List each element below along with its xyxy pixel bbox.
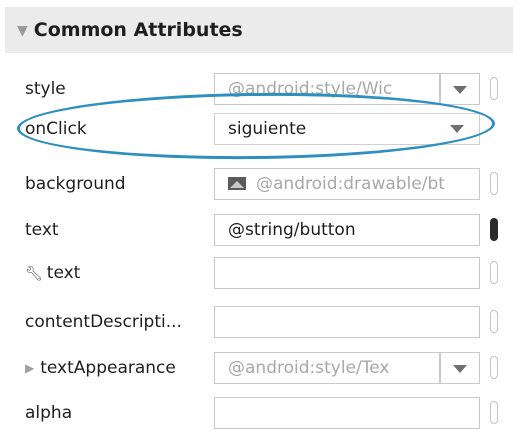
resource-indicator[interactable] bbox=[490, 77, 498, 100]
chevron-down-icon bbox=[450, 125, 464, 133]
attribute-label: onClick bbox=[25, 119, 87, 139]
wrench-icon: 🔧︎ bbox=[25, 266, 43, 282]
style-dropdown-button[interactable] bbox=[440, 73, 480, 105]
attribute-label: textAppearance bbox=[40, 358, 176, 378]
attribute-label: alpha bbox=[25, 403, 73, 423]
resource-indicator[interactable] bbox=[490, 261, 498, 284]
attribute-row-text: text @string/button bbox=[0, 206, 523, 254]
background-value: @android:drawable/bt bbox=[256, 174, 445, 194]
attribute-label: text bbox=[25, 220, 59, 240]
resource-indicator[interactable] bbox=[490, 172, 498, 195]
textappearance-label[interactable]: ▶ textAppearance bbox=[25, 344, 176, 392]
style-value-field[interactable]: @android:style/Wic bbox=[214, 73, 440, 105]
collapse-triangle-icon[interactable]: ▼ bbox=[17, 23, 28, 39]
attribute-label: contentDescripti... bbox=[25, 312, 182, 332]
chevron-down-icon bbox=[453, 86, 467, 94]
textappearance-dropdown-button[interactable] bbox=[440, 352, 480, 384]
resource-indicator[interactable] bbox=[490, 401, 498, 424]
section-title: Common Attributes bbox=[33, 19, 243, 41]
tools-text-value-field[interactable] bbox=[214, 257, 480, 289]
attribute-label: background bbox=[25, 174, 126, 194]
attribute-row-textappearance: ▶ textAppearance @android:style/Tex bbox=[0, 344, 523, 392]
section-header-common-attributes[interactable]: ▼ Common Attributes bbox=[5, 7, 513, 53]
attribute-row-alpha: alpha bbox=[0, 389, 523, 437]
alpha-value-field[interactable] bbox=[214, 397, 480, 429]
text-value-field[interactable]: @string/button bbox=[214, 214, 480, 246]
attribute-row-onclick: onClick siguiente bbox=[0, 105, 523, 153]
contentdescription-value-field[interactable] bbox=[214, 306, 480, 338]
attribute-label: text bbox=[46, 263, 81, 283]
attribute-row-contentdescription: contentDescripti... bbox=[0, 298, 523, 346]
attribute-row-tools-text: 🔧︎ text bbox=[0, 249, 523, 297]
chevron-down-icon bbox=[453, 365, 467, 373]
tools-text-label: 🔧︎ text bbox=[25, 249, 80, 297]
onclick-dropdown-button[interactable] bbox=[438, 113, 478, 145]
image-icon bbox=[228, 177, 246, 190]
textappearance-value-field[interactable]: @android:style/Tex bbox=[214, 352, 440, 384]
attribute-row-background: background @android:drawable/bt bbox=[0, 160, 523, 208]
resource-indicator[interactable] bbox=[490, 310, 498, 333]
expand-triangle-icon[interactable]: ▶ bbox=[25, 361, 34, 375]
resource-indicator[interactable] bbox=[490, 356, 498, 379]
background-value-field[interactable]: @android:drawable/bt bbox=[214, 168, 480, 200]
resource-indicator[interactable] bbox=[490, 218, 498, 241]
